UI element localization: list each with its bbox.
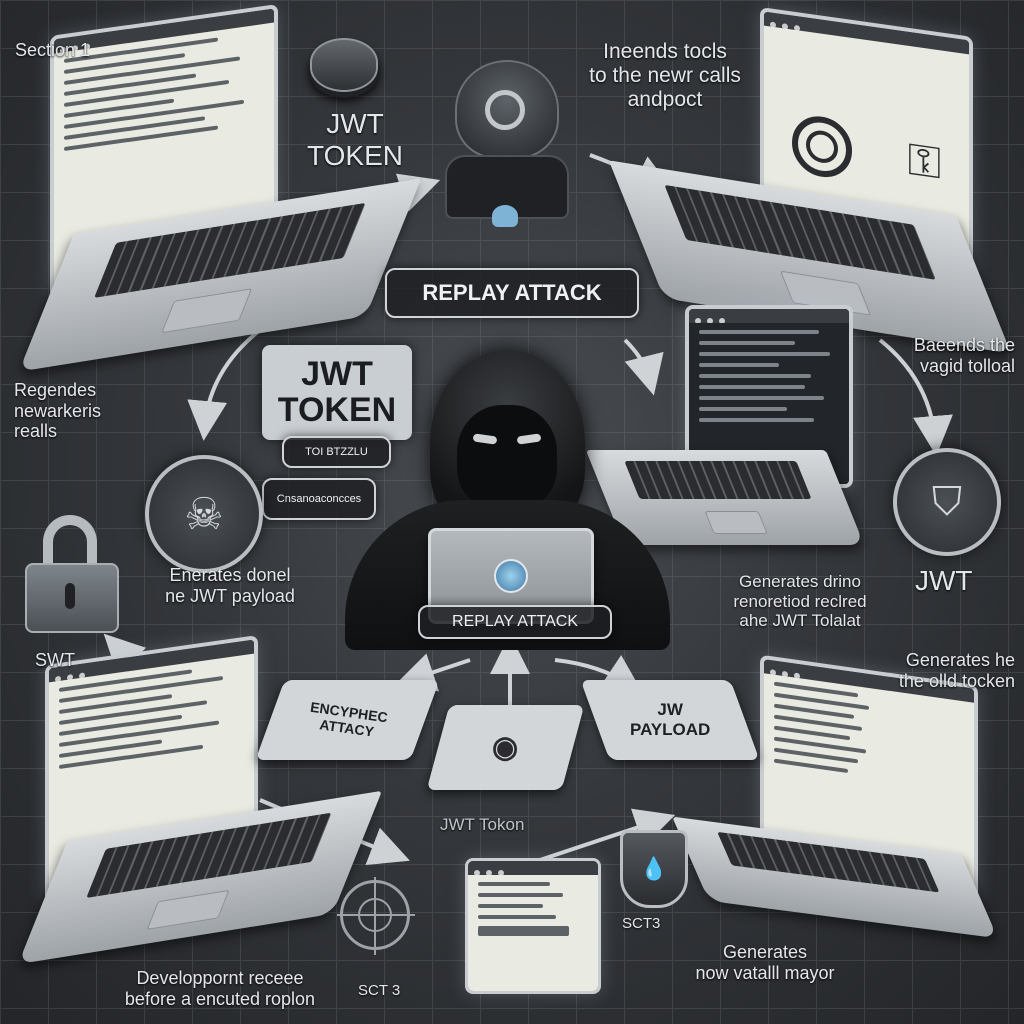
right-mid-caption: Baeends the vagid tolloal <box>913 335 1015 376</box>
jwt-payload-card: JW PAYLOAD <box>580 680 760 760</box>
replay-attack-tablet-label: REPLAY ATTACK <box>418 605 612 639</box>
sct-right-label: SCT3 <box>622 915 661 932</box>
jwt-token-bottom-label: JWT Tokon <box>440 815 525 834</box>
diagram-canvas: ⚿ Section 1 JWT TOKEN Ineends tocls to t… <box>0 0 1024 1024</box>
swt-left-label: SWT <box>35 650 75 670</box>
skull-crossbones-icon: ☠ <box>184 488 224 540</box>
skull-circle: ☠ <box>145 455 263 573</box>
padlock-icon <box>25 515 119 633</box>
center-token-card: ◉ <box>426 705 585 790</box>
left-mid-caption: Regendes newarkeris realls <box>14 380 102 442</box>
replay-attack-banner: REPLAY ATTACK <box>385 268 639 318</box>
replay-attack-banner-text: REPLAY ATTACK <box>422 280 602 305</box>
spiral-icon <box>791 112 852 181</box>
top-right-caption: Ineends tocls to the newr calls andpoct <box>589 40 741 112</box>
laptop-bottom-right <box>672 654 998 939</box>
shield-circle-right: ⛉ <box>893 448 1001 556</box>
bottom-left-caption: Developpornt receee before a encuted rop… <box>124 968 316 1009</box>
arrow-card-left <box>394 653 471 692</box>
right-generates-caption: Generates drino renoretiod reclred ahe J… <box>733 572 867 631</box>
left-generates-caption: Enerates donel ne JWT payload <box>165 565 295 606</box>
section-1-label: Section 1 <box>15 40 91 60</box>
encrypted-attack-card: ENCYPHEC ATTACY <box>255 680 440 760</box>
crosshair-icon <box>337 877 415 955</box>
shield-icon: 💧 <box>620 830 688 908</box>
generates-right-caption: Generates he the olld tocken <box>898 650 1015 691</box>
jwt-right-label: JWT <box>915 565 973 596</box>
hacker-helmet-icon <box>440 60 570 227</box>
shield-icon: ⛉ <box>932 479 962 525</box>
replay-attack-tablet-text: REPLAY ATTACK <box>452 613 578 630</box>
bottom-center-screen <box>465 858 601 994</box>
token-fingerprint-icon: ◉ <box>492 731 519 764</box>
token-disc-icon <box>310 38 378 92</box>
encrypted-attack-card-text: ENCYPHEC ATTACY <box>308 698 389 740</box>
key-icon: ⚿ <box>907 133 942 189</box>
bottom-right-caption: Generates now vatalll mayor <box>695 942 835 983</box>
jwt-token-top-label: JWT TOKEN <box>307 108 403 172</box>
jwt-payload-card-text: JW PAYLOAD <box>629 700 711 739</box>
tablet-logo-icon <box>494 559 528 593</box>
sct3-label: SCT 3 <box>358 982 401 999</box>
